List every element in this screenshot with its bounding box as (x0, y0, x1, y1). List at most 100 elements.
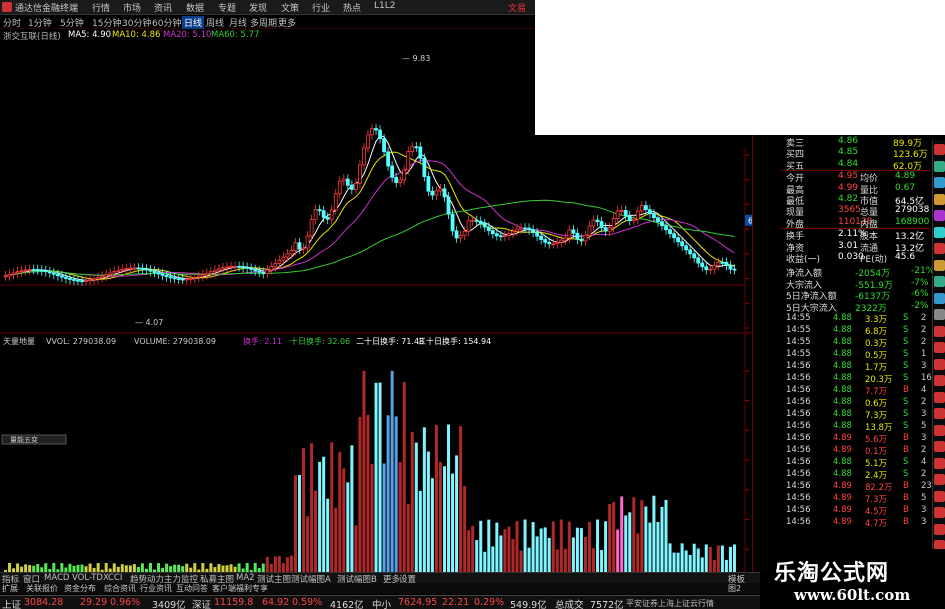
period-tab[interactable]: 60分钟 (152, 16, 181, 29)
side-tool-icon[interactable] (934, 457, 945, 469)
side-tool-icon[interactable] (934, 243, 945, 254)
trade-row: 14:56 4.89 4.7万 B 3 (753, 517, 933, 529)
period-tab[interactable]: 1分钟 (28, 16, 52, 29)
trade-side: S (903, 469, 909, 480)
volume-bar (660, 506, 664, 579)
side-tool-icon[interactable] (934, 408, 945, 419)
menu-item[interactable]: 专题 (218, 1, 236, 14)
volume-bar (310, 443, 314, 579)
side-tool-icon[interactable] (934, 160, 945, 172)
period-tab[interactable]: 15分钟 (92, 16, 121, 29)
side-tool-icon[interactable] (934, 177, 945, 188)
volume-bar (604, 521, 608, 579)
quote-row: 最低 4.82 市值 64.5亿 (753, 194, 933, 207)
period-tab[interactable]: 月线 (229, 16, 247, 29)
menu-item[interactable]: L1L2 (374, 1, 395, 11)
menu-item[interactable]: 发现 (249, 1, 267, 14)
kline-chart[interactable]: 7.507.006.506.005.505.004.504.006.17— 9.… (0, 42, 760, 594)
candle-body (293, 242, 298, 251)
menu-item[interactable]: 热点 (343, 1, 361, 14)
panel-label[interactable]: 图2 (728, 583, 741, 594)
trade-price: 4.89 (833, 481, 852, 492)
menu-item[interactable]: 行业 (312, 1, 330, 14)
candle-body (631, 218, 636, 222)
side-tool-icon[interactable] (934, 144, 945, 155)
period-tab[interactable]: 多周期 (250, 16, 277, 29)
side-tool-icon[interactable] (934, 276, 945, 287)
extension-menu-item[interactable]: 行业资讯 (140, 583, 172, 594)
candle-body (664, 225, 668, 231)
side-tool-icon[interactable] (934, 193, 945, 205)
trade-row: 14:56 4.89 0.1万 B 2 (753, 445, 933, 457)
candle-body (422, 157, 427, 177)
period-tab[interactable]: 30分钟 (122, 16, 151, 29)
side-tool-icon[interactable] (934, 226, 945, 238)
menu-item[interactable]: 文策 (281, 1, 299, 14)
indicator-tab[interactable]: VOL-TDX (72, 573, 109, 583)
candle-body (120, 268, 125, 271)
candle-body (599, 221, 604, 229)
side-tool-icon[interactable] (934, 342, 945, 353)
low-price-label: — 4.07 (135, 318, 163, 327)
volume-bar (426, 451, 430, 579)
index-pct: 0.96% (110, 597, 141, 608)
extension-menu-item[interactable]: 综合资讯 (104, 583, 136, 594)
indicator-tab[interactable]: MACD (44, 573, 69, 583)
volume-bar (334, 507, 338, 579)
quote-row: 现量 3565 总量 279038 (753, 205, 933, 218)
indicator-tab[interactable]: MA2 (236, 573, 255, 583)
side-tool-icon[interactable] (934, 309, 945, 320)
volume-bar (628, 512, 632, 579)
side-tool-icon[interactable] (934, 523, 945, 535)
candle-body (454, 230, 459, 239)
candle-body (116, 269, 121, 272)
volume-bar (302, 448, 306, 579)
period-tab[interactable]: 5分钟 (60, 16, 84, 29)
candle-body (503, 235, 507, 237)
candle-body (410, 146, 415, 152)
trade-time: 14:56 (786, 433, 811, 444)
volume-bar (608, 504, 612, 579)
candle-body (76, 279, 80, 282)
extension-menu-item[interactable]: 资金分布 (64, 583, 96, 594)
side-tool-icon[interactable] (934, 210, 945, 221)
period-tab[interactable]: 分时 (3, 16, 21, 29)
side-tool-icon[interactable] (934, 375, 945, 386)
index-name: 深证 (192, 600, 212, 609)
menu-item[interactable]: 市场 (123, 1, 141, 14)
side-tool-icon[interactable] (934, 424, 945, 436)
menu-item[interactable]: 资讯 (154, 1, 172, 14)
candle-body (229, 266, 233, 268)
trade-button[interactable]: 文易 (508, 1, 526, 14)
side-tool-icon[interactable] (934, 441, 945, 452)
candle-body (442, 188, 447, 198)
candle-body (559, 239, 564, 243)
side-tool-icon[interactable] (934, 391, 945, 403)
flow-value: 2322万 (855, 303, 887, 314)
menu-item[interactable]: 行情 (92, 1, 110, 14)
indicator-tab[interactable]: CCI (108, 573, 122, 583)
extension-menu-item[interactable]: 扩展 (2, 583, 18, 594)
volume-bar (410, 431, 414, 579)
period-tab-active[interactable]: 日线 (182, 16, 205, 29)
side-tool-icon[interactable] (934, 259, 945, 271)
volume-bar (438, 461, 442, 579)
side-tool-icon[interactable] (934, 507, 945, 518)
extension-menu-item[interactable]: 客户端福利专享 (212, 583, 268, 594)
side-tool-icon[interactable] (934, 474, 945, 485)
trade-volume: 82.2万 (865, 483, 893, 494)
app-logo-icon (2, 2, 12, 12)
side-tool-icon[interactable] (934, 292, 945, 304)
period-tab[interactable]: 更多 (278, 16, 296, 29)
candle-body (184, 278, 189, 281)
menu-item[interactable]: 数据 (186, 1, 204, 14)
trade-side: S (903, 337, 909, 348)
side-tool-icon[interactable] (934, 325, 945, 337)
period-tab[interactable]: 周线 (206, 16, 224, 29)
volume-bar (406, 503, 410, 579)
side-tool-icon[interactable] (934, 490, 945, 502)
quote-row: 卖三 4.86 89.9万 (753, 136, 933, 149)
side-tool-icon[interactable] (934, 358, 945, 370)
extension-menu-item[interactable]: 关联报价 (26, 583, 58, 594)
extension-menu-item[interactable]: 互动问答 (176, 583, 208, 594)
